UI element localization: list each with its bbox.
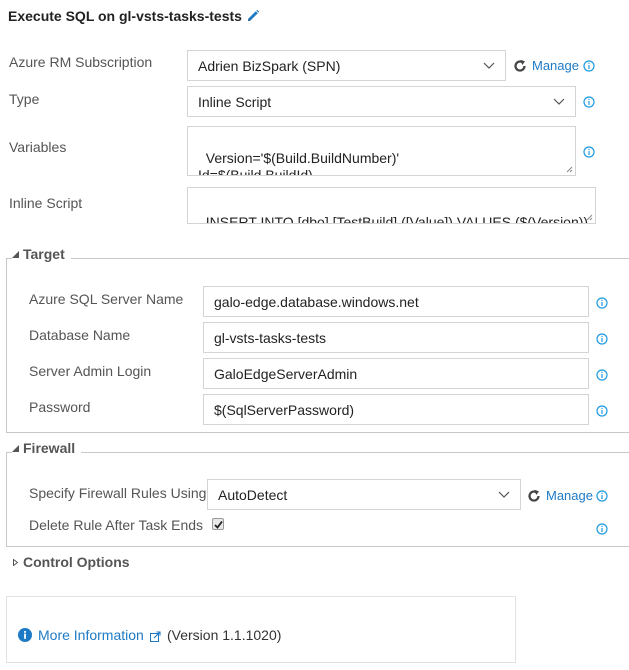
subscription-manage-link[interactable]: Manage bbox=[532, 58, 579, 73]
firewall-rules-select[interactable]: AutoDetect bbox=[207, 479, 521, 510]
info-icon[interactable] bbox=[596, 369, 608, 381]
info-icon[interactable] bbox=[583, 60, 595, 72]
external-link-icon[interactable] bbox=[150, 631, 161, 642]
info-icon[interactable] bbox=[596, 523, 608, 535]
password-input[interactable]: $(SqlServerPassword) bbox=[203, 394, 589, 425]
delete-rule-label: Delete Rule After Task Ends bbox=[29, 517, 204, 533]
more-information-link[interactable]: More Information bbox=[38, 627, 144, 643]
chevron-down-icon bbox=[483, 62, 495, 69]
admin-login-label: Server Admin Login bbox=[29, 363, 152, 379]
refresh-icon[interactable] bbox=[527, 489, 541, 503]
task-title-text: Execute SQL on gl-vsts-tasks-tests bbox=[8, 8, 242, 24]
variables-label: Variables bbox=[9, 139, 67, 155]
checkmark-icon bbox=[213, 520, 223, 529]
chevron-down-icon bbox=[498, 491, 510, 498]
firewall-rules-label: Specify Firewall Rules Using bbox=[29, 485, 207, 501]
info-icon[interactable] bbox=[583, 146, 595, 158]
server-name-label: Azure SQL Server Name bbox=[29, 291, 184, 307]
password-value: $(SqlServerPassword) bbox=[214, 401, 355, 418]
firewall-manage-link[interactable]: Manage bbox=[546, 488, 593, 503]
info-icon[interactable] bbox=[596, 405, 608, 417]
firewall-fieldset-top-border bbox=[6, 452, 629, 453]
firewall-fieldset-left-border bbox=[6, 452, 7, 546]
refresh-icon[interactable] bbox=[513, 59, 527, 73]
control-options-toggle[interactable]: Control Options bbox=[12, 554, 136, 570]
type-label: Type bbox=[9, 91, 40, 107]
chevron-down-icon bbox=[553, 98, 565, 105]
resize-grip-icon[interactable] bbox=[565, 165, 573, 173]
firewall-fieldset-bottom-border bbox=[6, 546, 629, 547]
target-section-toggle[interactable]: Target bbox=[12, 246, 71, 262]
subscription-label: Azure RM Subscription bbox=[9, 54, 153, 70]
target-fieldset-bottom-border bbox=[6, 432, 629, 433]
target-heading: Target bbox=[23, 246, 65, 262]
task-title: Execute SQL on gl-vsts-tasks-tests bbox=[8, 8, 260, 24]
database-name-value: gl-vsts-tasks-tests bbox=[214, 329, 327, 346]
version-text: (Version 1.1.1020) bbox=[167, 627, 282, 643]
inline-script-value: INSERT INTO [dbo].[TestBuild] ([Value]) … bbox=[205, 214, 589, 224]
type-select[interactable]: Inline Script bbox=[187, 86, 576, 117]
info-icon[interactable] bbox=[596, 333, 608, 345]
database-name-label: Database Name bbox=[29, 327, 131, 343]
server-name-value: galo-edge.database.windows.net bbox=[214, 293, 419, 310]
type-value: Inline Script bbox=[198, 93, 272, 110]
control-options-heading: Control Options bbox=[23, 554, 130, 570]
resize-grip-icon[interactable] bbox=[585, 213, 593, 221]
database-name-input[interactable]: gl-vsts-tasks-tests bbox=[203, 322, 589, 353]
admin-login-value: GaloEdgeServerAdmin bbox=[214, 365, 358, 382]
server-name-input[interactable]: galo-edge.database.windows.net bbox=[203, 286, 589, 317]
info-icon[interactable] bbox=[583, 96, 595, 108]
firewall-rules-value: AutoDetect bbox=[218, 486, 288, 503]
password-label: Password bbox=[29, 399, 91, 415]
firewall-heading: Firewall bbox=[23, 440, 76, 456]
target-fieldset-left-border bbox=[6, 258, 7, 433]
subscription-value: Adrien BizSpark (SPN) bbox=[198, 57, 341, 74]
inline-script-textarea[interactable]: INSERT INTO [dbo].[TestBuild] ([Value]) … bbox=[187, 187, 596, 224]
target-fieldset-top-border bbox=[6, 258, 629, 259]
info-filled-icon bbox=[18, 628, 32, 642]
variables-textarea[interactable]: Version='$(Build.BuildNumber)' Id=$(Buil… bbox=[187, 126, 576, 176]
info-icon[interactable] bbox=[596, 490, 608, 502]
inline-script-label: Inline Script bbox=[9, 195, 83, 211]
variables-value: Version='$(Build.BuildNumber)' Id=$(Buil… bbox=[198, 150, 400, 176]
expanded-triangle-icon bbox=[12, 250, 19, 258]
delete-rule-checkbox[interactable] bbox=[212, 518, 224, 530]
pencil-icon[interactable] bbox=[246, 9, 260, 23]
admin-login-input[interactable]: GaloEdgeServerAdmin bbox=[203, 358, 589, 389]
subscription-select[interactable]: Adrien BizSpark (SPN) bbox=[187, 50, 506, 81]
collapsed-triangle-icon bbox=[13, 558, 19, 566]
firewall-section-toggle[interactable]: Firewall bbox=[12, 440, 82, 456]
info-icon[interactable] bbox=[596, 297, 608, 309]
expanded-triangle-icon bbox=[12, 444, 19, 452]
